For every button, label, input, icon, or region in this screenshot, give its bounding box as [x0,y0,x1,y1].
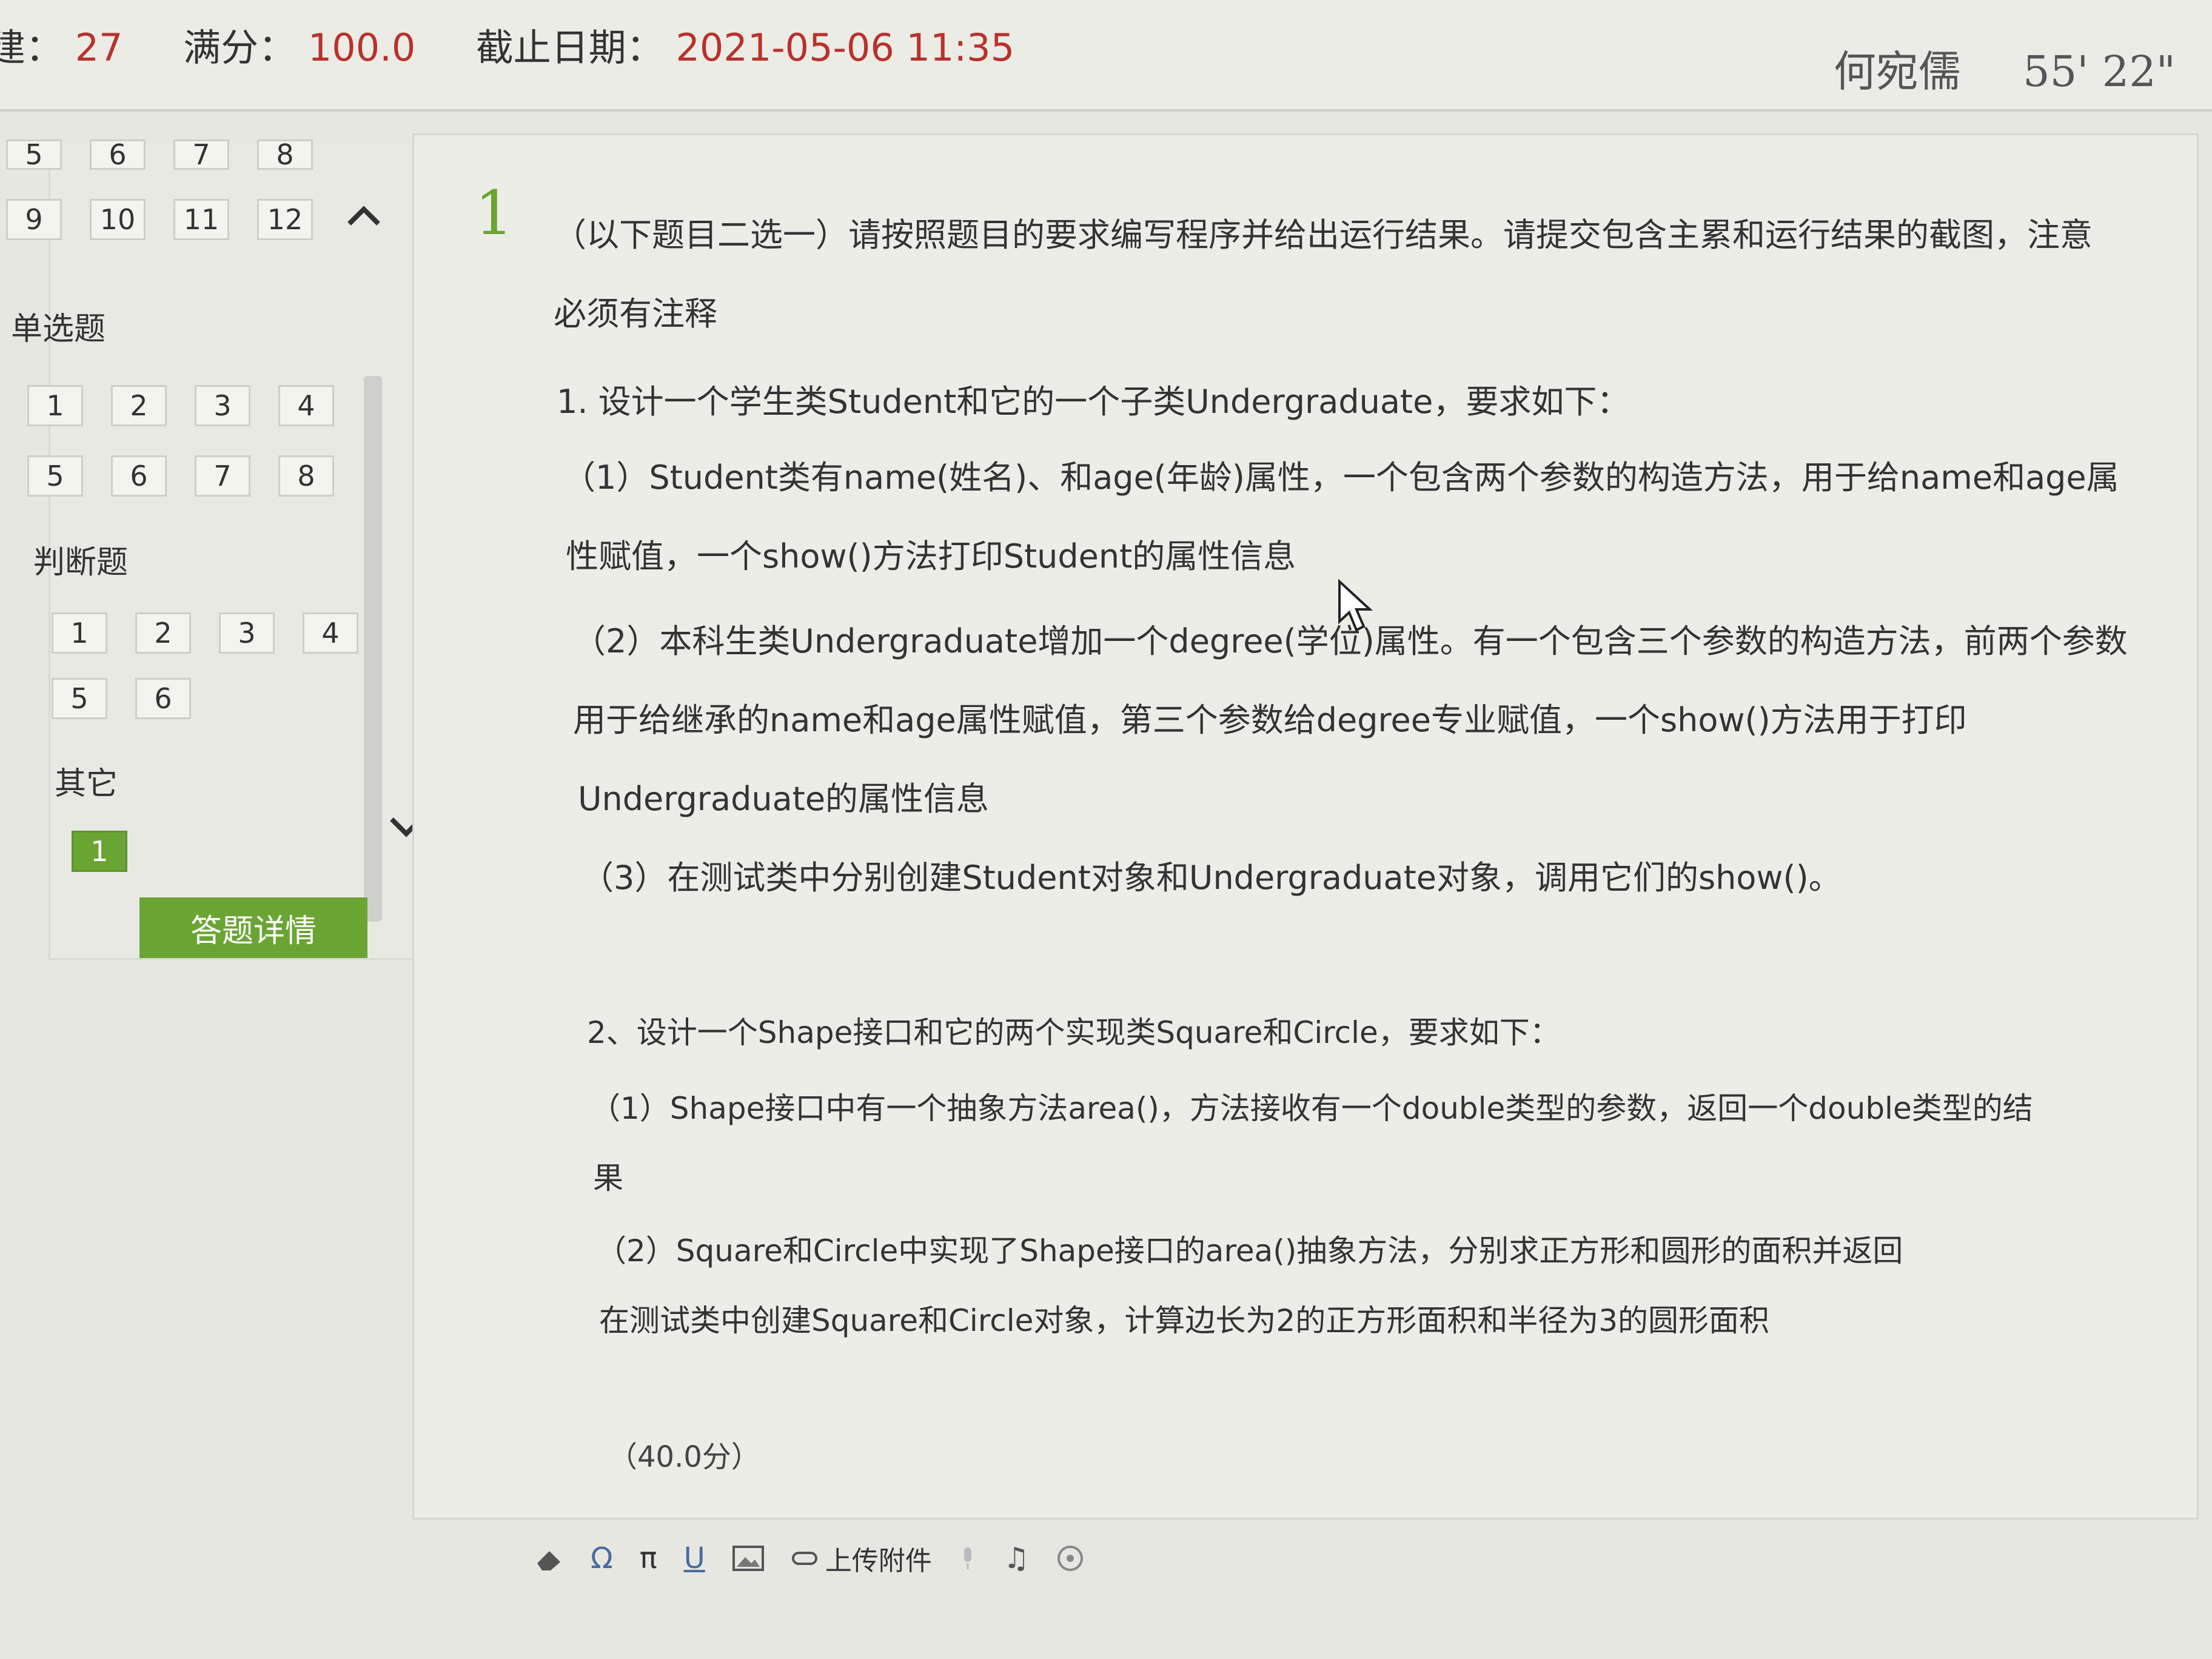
question-text-line: 果 [593,1161,623,1196]
question-button[interactable]: 3 [195,385,250,426]
pi-formula-icon[interactable]: π [640,1541,657,1575]
question-button[interactable]: 6 [135,678,191,719]
question-button[interactable]: 2 [111,385,167,426]
chevron-up-icon[interactable] [346,194,382,236]
question-grid-true-false: 1 2 3 4 5 6 [52,612,361,719]
question-button[interactable]: 6 [111,455,167,497]
question-grid-single-choice: 1 2 3 4 5 6 7 8 [27,385,337,497]
question-text-line: 必须有注释 [554,295,717,333]
question-button[interactable]: 8 [278,455,334,497]
count-value: 27 [75,25,123,70]
user-info: 何宛儒 55' 22" [1834,38,2176,99]
question-text-line: 用于给继承的name和age属性赋值，第三个参数给degree专业赋值，一个sh… [573,701,1967,739]
question-button[interactable]: 5 [6,138,62,171]
countdown-timer: 55' 22" [2023,47,2176,96]
upload-attachment-label: 上传附件 [825,1546,932,1577]
question-score: （40.0分） [608,1440,760,1474]
question-button-current[interactable]: 1 [72,831,127,872]
question-button[interactable]: 2 [135,612,191,654]
microphone-icon[interactable] [959,1545,977,1572]
omega-symbol-icon[interactable]: Ω [591,1541,613,1575]
count-label: 建： [0,25,64,70]
full-score-value: 100.0 [307,25,416,70]
section-title-other: 其它 [55,766,118,802]
question-button[interactable]: 11 [173,199,229,240]
question-button[interactable]: 1 [27,385,83,426]
question-button[interactable]: 10 [90,199,146,240]
full-score-label: 满分： [183,25,297,70]
question-button[interactable]: 9 [6,199,62,240]
question-button[interactable]: 4 [278,385,334,426]
question-button[interactable]: 4 [303,612,358,654]
question-text-line: （以下题目二选一）请按照题目的要求编写程序并给出运行结果。请提交包含主累和运行结… [554,216,2093,254]
question-button[interactable]: 7 [195,455,250,497]
question-text-line: 2、设计一个Shape接口和它的两个实现类Square和Circle，要求如下： [587,1015,1560,1050]
section-title-single-choice: 单选题 [11,311,106,347]
underline-icon[interactable]: U [684,1541,705,1575]
exam-meta: 建： 27 满分： 100.0 截止日期： 2021-05-06 11:35 [0,17,1014,72]
paperclip-icon [791,1552,817,1565]
mouse-cursor-icon [1338,579,1373,632]
question-text-line: （1）Student类有name(姓名)、和age(年龄)属性，一个包含两个参数… [563,458,2119,497]
music-note-icon[interactable]: ♫ [1004,1541,1030,1575]
question-panel: 1 （以下题目二选一）请按照题目的要求编写程序并给出运行结果。请提交包含主累和运… [412,133,2199,1520]
question-button[interactable]: 8 [257,138,313,171]
question-button[interactable]: 6 [90,138,146,171]
question-button[interactable]: 3 [219,612,275,654]
deadline-value: 2021-05-06 11:35 [675,25,1015,70]
question-button[interactable]: 5 [52,678,107,719]
question-text-line: 性赋值，一个show()方法打印Student的属性信息 [566,537,1296,575]
upload-attachment-button[interactable]: 上传附件 [791,1539,932,1578]
question-text-line: （2）Square和Circle中实现了Shape接口的area()抽象方法，分… [596,1233,1903,1269]
section-title-true-false: 判断题 [33,545,129,581]
question-button[interactable]: 12 [257,199,313,240]
question-grid-other: 1 [72,831,381,872]
question-button[interactable]: 7 [173,138,229,171]
eraser-icon[interactable] [534,1545,564,1572]
deadline-label: 截止日期： [475,25,664,70]
answer-detail-button[interactable]: 答题详情 [139,897,367,958]
question-text-line: （3）在测试类中分别创建Student对象和Undergraduate对象，调用… [581,859,1842,897]
question-text-line: 在测试类中创建Square和Circle对象，计算边长为2的正方形面积和半径为3… [599,1303,1770,1338]
question-grid-top: 5 6 7 8 9 10 11 12 [6,138,315,240]
question-button[interactable]: 5 [27,455,83,497]
video-icon[interactable] [1056,1544,1084,1572]
user-name: 何宛儒 [1833,47,1961,96]
question-text-line: 1. 设计一个学生类Student和它的一个子类Undergraduate，要求… [557,383,1630,421]
question-button[interactable]: 1 [52,612,107,654]
question-navigator: 5 6 7 8 9 10 11 12 单选题 1 2 3 4 5 6 7 8 判… [0,127,423,976]
header-bar: 建： 27 满分： 100.0 截止日期： 2021-05-06 11:35 何… [0,0,2212,112]
question-text-line: （1）Shape接口中有一个抽象方法area()，方法接收有一个double类型… [590,1091,2033,1126]
question-number: 1 [475,178,514,249]
image-icon[interactable] [732,1545,765,1572]
editor-toolbar: Ω π U 上传附件 ♫ [534,1534,1084,1583]
question-text-line: Undergraduate的属性信息 [578,780,990,818]
